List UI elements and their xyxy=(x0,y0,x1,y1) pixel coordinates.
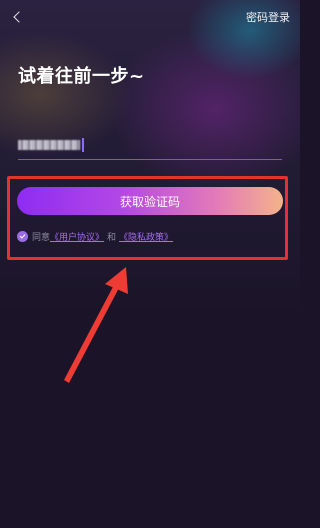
login-screen: 密码登录 试着往前一步~ 获取验证码 同意 《用户协议》 和 《隐私政策》 xyxy=(0,0,300,528)
annotation-arrow-icon xyxy=(64,267,128,383)
